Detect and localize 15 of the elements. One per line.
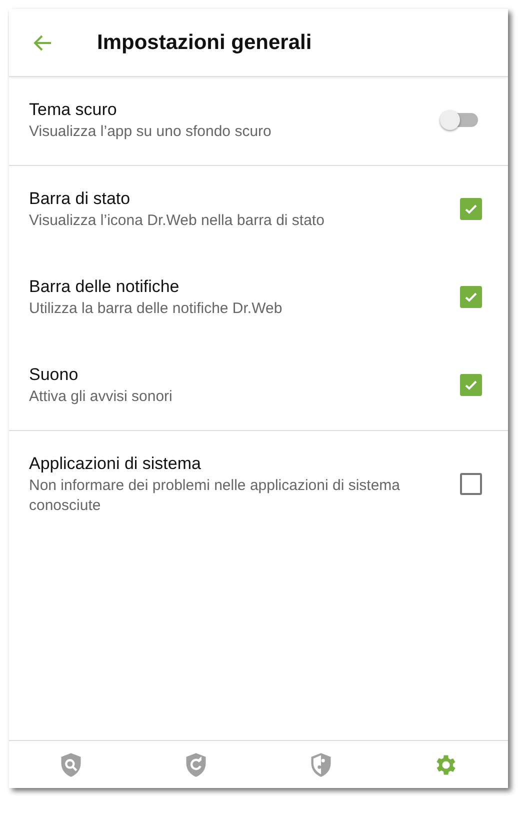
setting-description: Utilizza la barra delle notifiche Dr.Web (29, 299, 284, 319)
setting-title: Tema scuro (29, 99, 118, 121)
setting-description: Non informare dei problemi nelle applicazioni di sistema conosciute (29, 476, 402, 516)
checkbox[interactable] (460, 286, 482, 308)
setting-description: Attiva gli avvisi sonori (29, 387, 174, 407)
setting-description: Visualizza l’app su uno sfondo scuro (29, 122, 272, 142)
setting-title: Suono (29, 364, 80, 386)
setting-title: Barra di stato (29, 188, 132, 210)
setting-title: Barra delle notifiche (29, 276, 180, 298)
setting-description: Visualizza l’icona Dr.Web nella barra di stato (29, 211, 326, 231)
checkbox[interactable] (460, 374, 482, 396)
checkbox[interactable] (460, 473, 482, 495)
checkbox[interactable] (460, 198, 482, 220)
screen-title: Impostazioni generali (97, 30, 312, 54)
setting-title: Applicazioni di sistema (29, 453, 202, 475)
